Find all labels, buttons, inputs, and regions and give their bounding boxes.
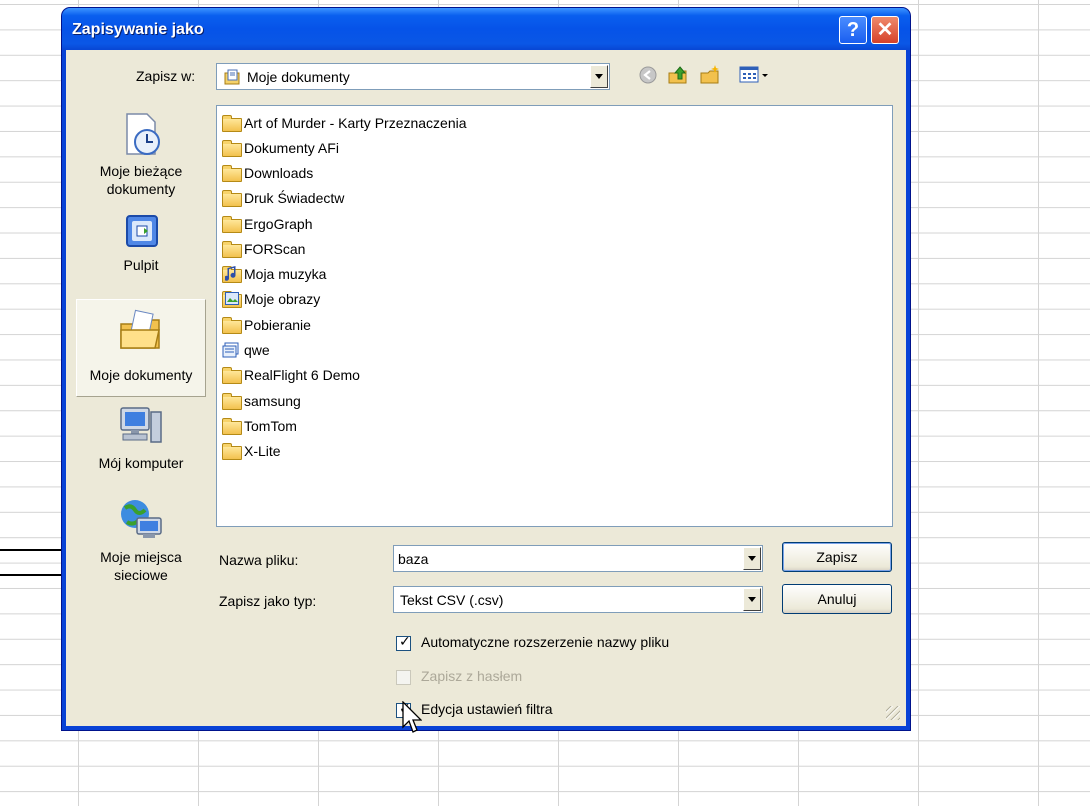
checkmark-icon: ✓ — [399, 634, 411, 650]
file-list-item[interactable]: RealFlight 6 Demo — [221, 363, 360, 387]
chevron-down-icon[interactable] — [590, 65, 608, 88]
places-bar: Moje bieżące dokumenty Pulpit Moje dokum… — [76, 108, 206, 592]
save-in-value: Moje dokumenty — [247, 69, 350, 85]
views-menu-icon[interactable] — [738, 64, 772, 86]
save-with-password-label: Zapisz z hasłem — [421, 668, 523, 684]
place-desktop[interactable]: Pulpit — [76, 212, 206, 282]
filetype-label: Zapisz jako typ: — [219, 593, 317, 609]
file-list-item[interactable]: qwe — [221, 338, 270, 362]
recent-documents-icon — [126, 113, 160, 155]
place-recent-documents[interactable]: Moje bieżące dokumenty — [76, 108, 206, 204]
resize-grip[interactable] — [886, 706, 900, 720]
folder-icon — [221, 443, 242, 460]
filetype-select[interactable]: Tekst CSV (.csv) — [393, 586, 763, 613]
music-folder-icon — [221, 266, 242, 283]
file-name: Downloads — [244, 165, 314, 181]
folder-icon — [221, 140, 242, 157]
file-list-item[interactable]: Pobieranie — [221, 313, 311, 337]
network-places-icon — [121, 500, 162, 538]
file-name: RealFlight 6 Demo — [244, 367, 360, 383]
save-button[interactable]: Zapisz — [782, 542, 892, 572]
file-list-item[interactable]: Downloads — [221, 161, 313, 185]
chevron-down-icon[interactable] — [743, 547, 761, 570]
file-name: Moja muzyka — [244, 266, 327, 282]
save-with-password-checkbox[interactable] — [396, 670, 411, 685]
cancel-button[interactable]: Anuluj — [782, 584, 892, 614]
desktop-icon — [126, 215, 158, 247]
file-list-item[interactable]: FORScan — [221, 237, 305, 261]
file-name: ErgoGraph — [244, 216, 313, 232]
file-list[interactable]: Art of Murder - Karty Przeznaczenia Doku… — [216, 105, 893, 527]
file-name: samsung — [244, 393, 301, 409]
folder-icon — [221, 190, 242, 207]
filetype-value: Tekst CSV (.csv) — [400, 592, 504, 608]
place-label: Moje bieżące dokumenty — [99, 163, 183, 197]
my-documents-small-icon — [224, 69, 240, 85]
folder-icon — [221, 241, 242, 258]
new-folder-icon[interactable] — [698, 64, 722, 86]
edit-filter-settings-label[interactable]: Edycja ustawień filtra — [421, 701, 553, 717]
place-label: Pulpit — [123, 257, 159, 273]
file-name: TomTom — [244, 418, 297, 434]
auto-extension-checkbox[interactable]: ✓ — [396, 634, 411, 651]
my-computer-icon — [120, 407, 162, 443]
folder-icon — [221, 165, 242, 182]
dialog-title: Zapisywanie jako — [72, 21, 204, 38]
place-network-places[interactable]: Moje miejsca sieciowe — [76, 496, 206, 588]
folder-icon — [221, 367, 242, 384]
close-button[interactable]: ✕ — [871, 16, 899, 44]
filename-value: baza — [398, 551, 429, 567]
help-button[interactable]: ? — [839, 16, 867, 44]
file-list-item[interactable]: samsung — [221, 389, 301, 413]
file-name: Moje obrazy — [244, 291, 321, 307]
auto-extension-label[interactable]: Automatyczne rozszerzenie nazwy pliku — [421, 634, 669, 650]
folder-icon — [221, 317, 242, 334]
up-folder-icon[interactable] — [666, 64, 690, 86]
file-name: FORScan — [244, 241, 306, 257]
file-list-item[interactable]: TomTom — [221, 414, 297, 438]
my-documents-icon — [120, 309, 160, 349]
file-list-item[interactable]: ErgoGraph — [221, 212, 312, 236]
file-name: Dokumenty AFi — [244, 140, 339, 156]
pictures-folder-icon — [221, 291, 242, 308]
filename-field[interactable]: baza — [393, 545, 763, 572]
file-list-item[interactable]: X-Lite — [221, 439, 281, 463]
place-label: Moje dokumenty — [89, 367, 193, 383]
folder-icon — [221, 393, 242, 410]
mouse-pointer-icon — [402, 701, 422, 733]
file-list-item[interactable]: Druk Świadectw — [221, 186, 344, 210]
save-in-label: Zapisz w: — [136, 68, 196, 84]
file-list-item[interactable]: Art of Murder - Karty Przeznaczenia — [221, 111, 467, 135]
file-name: Druk Świadectw — [244, 190, 345, 206]
place-my-documents[interactable]: Moje dokumenty — [76, 299, 206, 397]
place-label: Moje miejsca sieciowe — [100, 549, 182, 583]
file-list-item[interactable]: Moje obrazy — [221, 287, 320, 311]
file-list-item[interactable]: Dokumenty AFi — [221, 136, 339, 160]
folder-icon — [221, 418, 242, 435]
chevron-down-icon[interactable] — [743, 588, 761, 611]
title-bar[interactable]: Zapisywanie jako ? ✕ — [62, 8, 910, 50]
save-in-combobox[interactable]: Moje dokumenty — [216, 63, 610, 90]
file-name: Pobieranie — [244, 317, 311, 333]
file-name: X-Lite — [244, 443, 281, 459]
back-icon[interactable] — [636, 64, 660, 86]
place-label: Mój komputer — [98, 455, 184, 471]
folder-icon — [221, 216, 242, 233]
file-name: qwe — [244, 342, 270, 358]
place-my-computer[interactable]: Mój komputer — [76, 404, 206, 478]
file-icon — [221, 342, 241, 358]
filename-label: Nazwa pliku: — [219, 552, 299, 568]
file-name: Art of Murder - Karty Przeznaczenia — [244, 115, 467, 131]
file-list-item[interactable]: Moja muzyka — [221, 262, 326, 286]
folder-icon — [221, 115, 242, 132]
